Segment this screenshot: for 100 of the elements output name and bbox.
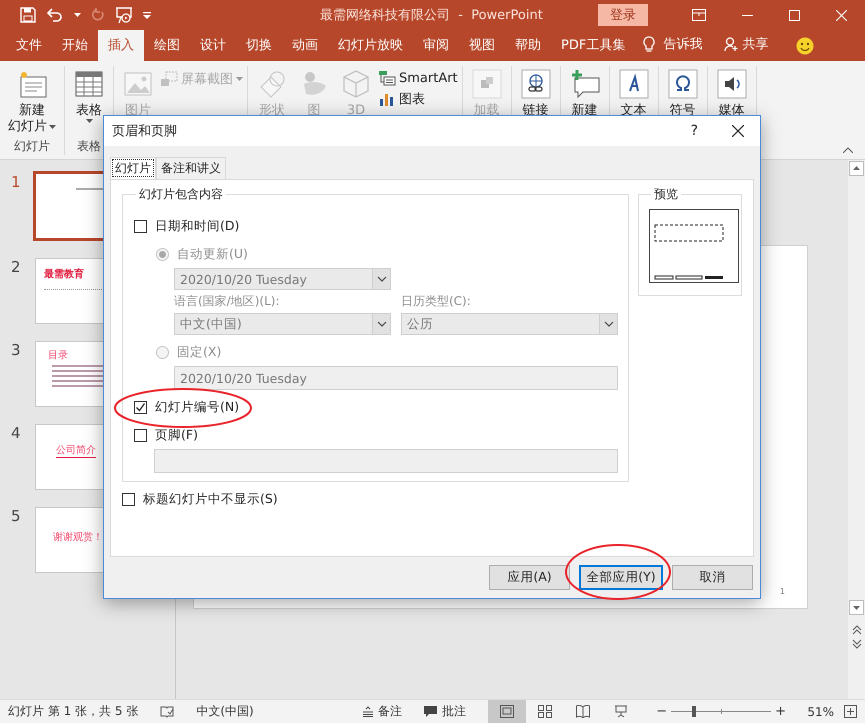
previous-slide-icon[interactable] [852, 625, 862, 635]
ribbon-button[interactable]: 图表 [378, 90, 458, 108]
ribbon-button[interactable]: 新建 [564, 66, 605, 121]
ribbon-tab[interactable]: 开始 [52, 30, 98, 61]
slide-page-number: 1 [780, 587, 785, 596]
group-label: 表格 [76, 138, 102, 155]
present-icon[interactable] [115, 6, 133, 24]
ribbon-tab[interactable]: 幻灯片放映 [328, 30, 413, 61]
ribbon-tab[interactable]: 动画 [282, 30, 328, 61]
slide-title: 目录 [48, 350, 68, 362]
notes-icon [363, 706, 374, 717]
link-icon [520, 68, 552, 100]
slide-sorter-icon [538, 705, 552, 718]
close-icon[interactable] [732, 125, 744, 137]
slide-number: 1 [10, 173, 22, 191]
slide-number: 3 [10, 341, 22, 359]
ribbon-display-icon[interactable] [692, 9, 706, 21]
slide-number: 2 [10, 258, 22, 276]
textbox-icon [618, 68, 650, 100]
minimize-icon[interactable] [742, 14, 753, 16]
date-format-dropdown[interactable]: 2020/10/20 Tuesday [174, 268, 391, 290]
checkbox[interactable] [134, 428, 147, 442]
dialog-button[interactable]: 取消 [672, 565, 753, 590]
field-label: 日历类型(C): [401, 293, 472, 310]
accessibility-check-icon[interactable] [160, 705, 174, 718]
next-slide-icon[interactable] [852, 639, 862, 649]
smiley-icon[interactable] [796, 37, 814, 55]
group-label: 幻灯片 [13, 138, 51, 155]
caret-icon[interactable] [74, 13, 81, 17]
dialog-tab[interactable]: 幻灯片 [110, 157, 156, 179]
ribbon-button[interactable]: SmartArt [378, 70, 458, 86]
tell-me-link[interactable]: 告诉我 [663, 35, 702, 61]
dialog-button[interactable]: 应用(A) [489, 565, 570, 590]
slide-title: 谢谢观赏！ [53, 532, 103, 544]
fixed-date-field[interactable]: 2020/10/20 Tuesday [174, 366, 618, 390]
checkbox[interactable] [134, 220, 147, 232]
person-add-icon [724, 36, 740, 52]
help-button[interactable]: ? [690, 123, 698, 139]
ribbon-tab[interactable]: 审阅 [413, 30, 459, 61]
ribbon-tab[interactable]: 设计 [190, 30, 236, 61]
checkbox[interactable] [134, 400, 147, 414]
ribbon-tab[interactable]: 切换 [236, 30, 282, 61]
slide-title: 公司简介 [56, 445, 96, 458]
sign-in-button[interactable]: 登录 [598, 4, 648, 26]
reading-view-icon [576, 705, 590, 718]
checkbox-label[interactable]: 日期和时间(D) [155, 218, 240, 234]
zoom-level-text[interactable]: 51% [790, 704, 834, 718]
calendar-type-dropdown[interactable]: 公历 [401, 313, 618, 335]
scroll-down-icon[interactable] [849, 600, 864, 615]
maximize-icon[interactable] [789, 10, 800, 20]
zoom-slider-thumb[interactable] [692, 706, 696, 717]
view-button[interactable] [488, 700, 526, 723]
group-title: 幻灯片包含内容 [138, 186, 224, 203]
ribbon-tab[interactable]: 插入 [98, 30, 144, 61]
lightbulb-icon [643, 36, 656, 53]
notes-button[interactable]: 备注 [363, 703, 402, 720]
speaker-icon [716, 68, 748, 100]
ribbon-tab[interactable]: PDF工具集 [551, 30, 636, 61]
ribbon-button[interactable]: 符号 [662, 66, 703, 121]
undo-icon[interactable] [46, 7, 64, 23]
share-button[interactable]: 共享 [724, 35, 768, 61]
slideshow-icon [614, 705, 628, 718]
dialog-button[interactable]: 全部应用(Y) [579, 565, 663, 590]
checkbox[interactable] [122, 492, 135, 506]
ribbon-button[interactable]: 表格 [69, 66, 109, 125]
list-lines-drawing [52, 365, 104, 387]
zoom-in-button[interactable]: + [771, 704, 790, 719]
window-title: 最需网络科技有限公司 - PowerPoint [320, 7, 544, 24]
language-dropdown[interactable]: 中文(中国) [174, 313, 391, 335]
zoom-slider[interactable] [671, 706, 772, 717]
dialog-title: 页眉和页脚 [112, 123, 177, 140]
caret-icon [49, 125, 56, 129]
ribbon-tab[interactable]: 视图 [459, 30, 505, 61]
save-icon[interactable] [20, 7, 36, 23]
slide-number: 5 [10, 507, 22, 525]
language-status[interactable]: 中文(中国) [196, 703, 254, 720]
normal-view-icon [500, 705, 514, 718]
addin-icon [470, 68, 503, 100]
slide-title: 最需教育 [44, 269, 84, 281]
fit-to-window-icon[interactable] [844, 705, 857, 718]
symbol-icon [666, 68, 699, 100]
ribbon-tab[interactable]: 帮助 [505, 30, 551, 61]
comment-icon [424, 706, 438, 718]
caret-icon [236, 77, 243, 81]
checkbox-label[interactable]: 标题幻灯片中不显示(S) [143, 490, 278, 508]
slide-number: 4 [10, 424, 22, 442]
smartart-icon [378, 70, 396, 86]
ribbon-tab[interactable]: 文件 [6, 30, 52, 61]
field-label: 语言(国家/地区)(L): [174, 293, 280, 310]
scroll-up-icon[interactable] [849, 161, 864, 176]
ribbon-button[interactable]: 新建 幻灯片 [4, 66, 60, 137]
screenshot-icon [160, 71, 178, 87]
customize-caret-icon[interactable] [143, 12, 151, 18]
group-title: 预览 [653, 186, 679, 203]
zoom-out-button[interactable]: − [652, 704, 672, 719]
footer-text-field[interactable] [154, 449, 618, 473]
comments-button[interactable]: 批注 [424, 703, 466, 720]
ribbon-tab[interactable]: 绘图 [144, 30, 190, 61]
dialog-tab[interactable]: 备注和讲义 [156, 157, 226, 179]
collapse-ribbon-icon[interactable] [843, 147, 853, 153]
